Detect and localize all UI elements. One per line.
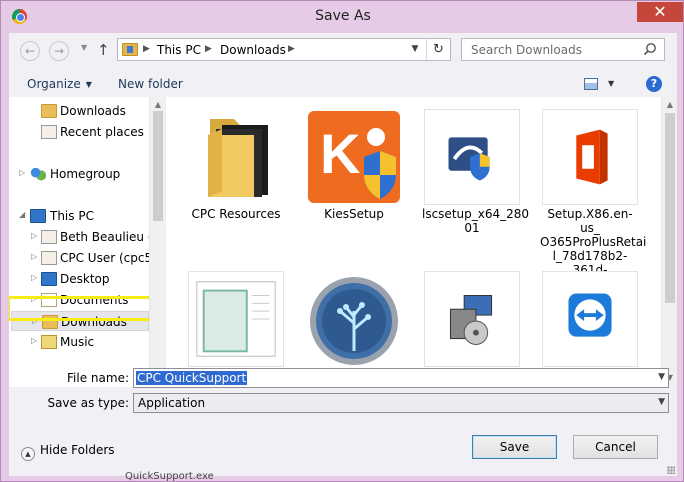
chevron-up-icon: ▲ bbox=[21, 447, 35, 461]
folder-icon bbox=[208, 119, 268, 197]
nav-item[interactable]: ▷ Beth Beaulieu (be bbox=[17, 227, 165, 247]
file-list-pane[interactable]: CPC Resources K KiesSetup lscsetup_x64_2… bbox=[165, 97, 677, 387]
user-icon bbox=[41, 230, 57, 244]
save-as-type-select[interactable]: Application ▼ bbox=[133, 393, 669, 413]
desktop-folder-icon bbox=[41, 272, 57, 286]
teamviewer-icon bbox=[542, 271, 638, 367]
chevron-down-icon: ▼ bbox=[85, 80, 92, 89]
recent-icon bbox=[41, 125, 57, 139]
desktop-highlight-annotation bbox=[9, 296, 153, 321]
user-icon bbox=[41, 251, 57, 265]
svg-text:K: K bbox=[320, 122, 360, 185]
kies-icon: K bbox=[308, 111, 400, 203]
new-folder-button[interactable]: New folder bbox=[118, 77, 183, 91]
installer-shield-icon bbox=[424, 109, 520, 205]
nav-item-label: Homegroup bbox=[50, 167, 121, 181]
chevron-down-icon[interactable]: ▼ bbox=[658, 372, 665, 382]
search-placeholder: Search Downloads bbox=[471, 43, 582, 57]
search-icon bbox=[643, 43, 656, 56]
homegroup-icon bbox=[30, 167, 46, 181]
expand-arrow-icon[interactable]: ▷ bbox=[31, 231, 37, 240]
nav-item[interactable]: Downloads bbox=[17, 101, 157, 121]
expand-arrow-icon[interactable]: ▷ bbox=[31, 252, 37, 261]
back-button[interactable]: ← bbox=[20, 41, 40, 61]
nav-item-label: Recent places bbox=[60, 125, 144, 139]
nav-item-label: CPC User (cpc5) bbox=[60, 251, 157, 265]
window-title: Save As bbox=[315, 8, 371, 24]
address-bar[interactable]: ▶ This PC ▶ Downloads ▶ ▼ ↻ bbox=[117, 38, 451, 61]
cancel-button[interactable]: Cancel bbox=[573, 435, 658, 459]
nav-item[interactable]: ◢ This PC bbox=[17, 206, 157, 226]
hide-folders-label: Hide Folders bbox=[40, 443, 115, 457]
breadcrumb-separator[interactable]: ▶ bbox=[288, 44, 295, 54]
save-button[interactable]: Save bbox=[472, 435, 557, 459]
file-name-field[interactable]: CPC QuickSupport ▼ bbox=[133, 368, 669, 388]
computer-icon bbox=[30, 209, 46, 223]
nav-item[interactable]: ▷ Music bbox=[17, 332, 157, 352]
nav-item-label: Downloads bbox=[60, 104, 126, 118]
scroll-thumb[interactable] bbox=[153, 111, 163, 221]
breadcrumb-downloads[interactable]: Downloads bbox=[220, 43, 286, 57]
tree-app-icon bbox=[310, 277, 398, 365]
downloads-folder-icon bbox=[122, 43, 138, 56]
file-name-value[interactable]: CPC QuickSupport bbox=[136, 371, 248, 385]
breadcrumb-this-pc[interactable]: This PC bbox=[157, 43, 201, 57]
document-preview-icon bbox=[188, 271, 284, 367]
recent-locations-dropdown[interactable]: ▼ bbox=[81, 43, 87, 52]
breadcrumb-separator[interactable]: ▶ bbox=[205, 44, 212, 54]
file-pane-scrollbar[interactable]: ▲ ▼ bbox=[661, 97, 677, 387]
change-view-icon[interactable] bbox=[584, 78, 598, 90]
expand-arrow-icon[interactable]: ▷ bbox=[31, 273, 37, 282]
view-options-dropdown[interactable]: ▼ bbox=[608, 79, 614, 88]
chevron-down-icon[interactable]: ▼ bbox=[658, 397, 665, 407]
search-input[interactable]: Search Downloads bbox=[461, 38, 665, 61]
help-button[interactable]: ? bbox=[646, 76, 662, 92]
file-name-label: File name: bbox=[67, 371, 129, 385]
file-caption: KiesSetup bbox=[324, 207, 384, 221]
nav-item-label: This PC bbox=[50, 209, 94, 223]
scroll-up-arrow[interactable]: ▲ bbox=[150, 100, 165, 109]
save-as-type-value: Application bbox=[138, 396, 206, 410]
expand-arrow-icon[interactable]: ◢ bbox=[19, 210, 25, 219]
office-icon bbox=[542, 109, 638, 205]
file-caption: lscsetup_x64_280 01 bbox=[422, 207, 530, 235]
nav-item-label: Desktop bbox=[60, 272, 110, 286]
organize-menu[interactable]: Organize ▼ bbox=[27, 77, 92, 91]
nav-item-label: Music bbox=[60, 335, 95, 349]
save-as-type-label: Save as type: bbox=[47, 396, 129, 410]
resize-grip[interactable] bbox=[667, 466, 675, 474]
nav-pane-scrollbar[interactable]: ▲ ▼ bbox=[149, 97, 165, 387]
forward-button[interactable]: → bbox=[49, 41, 69, 61]
save-as-dialog: Save As ✕ ← → ▼ ↑ ▶ This PC ▶ Downloads … bbox=[0, 0, 684, 482]
nav-item[interactable]: ▷ Desktop bbox=[17, 269, 157, 289]
folder-icon bbox=[41, 104, 57, 118]
expand-arrow-icon[interactable]: ▷ bbox=[19, 168, 25, 177]
up-one-level-button[interactable]: ↑ bbox=[97, 41, 110, 59]
title-bar[interactable]: Save As ✕ bbox=[1, 1, 684, 33]
expand-arrow-icon[interactable]: ▷ bbox=[31, 336, 37, 345]
command-bar: Organize ▼ New folder ▼ ? bbox=[9, 69, 677, 97]
background-window-text: QuickSupport.exe bbox=[125, 471, 214, 482]
refresh-button[interactable]: ↻ bbox=[426, 39, 450, 60]
hide-folders-button[interactable]: ▲ Hide Folders bbox=[21, 443, 115, 461]
address-history-dropdown[interactable]: ▼ bbox=[406, 39, 424, 60]
organize-label: Organize bbox=[27, 77, 81, 91]
file-caption: CPC Resources bbox=[191, 207, 281, 221]
dialog-client-area: ← → ▼ ↑ ▶ This PC ▶ Downloads ▶ ▼ ↻ Sear… bbox=[9, 33, 677, 476]
close-button[interactable]: ✕ bbox=[637, 2, 683, 22]
scroll-thumb[interactable] bbox=[665, 113, 675, 303]
nav-item[interactable]: ▷ CPC User (cpc5) bbox=[17, 248, 157, 268]
music-icon bbox=[41, 335, 57, 349]
nav-item[interactable]: Recent places bbox=[17, 122, 157, 142]
setup-computer-icon bbox=[424, 271, 520, 367]
nav-item[interactable]: ▷ Homegroup bbox=[17, 164, 157, 184]
navigation-pane[interactable]: Downloads Recent places ▷ Homegroup ◢ This PC… bbox=[9, 97, 165, 387]
breadcrumb-separator[interactable]: ▶ bbox=[143, 44, 150, 54]
scroll-up-arrow[interactable]: ▲ bbox=[662, 100, 677, 109]
